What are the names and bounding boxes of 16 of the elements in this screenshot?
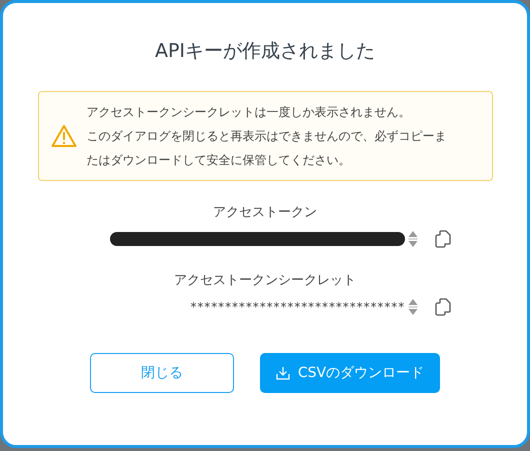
redacted-field[interactable] (110, 232, 404, 246)
spinner-icon (408, 230, 418, 248)
copy-icon (434, 298, 450, 316)
copy-icon (434, 230, 450, 248)
close-button[interactable]: 閉じる (90, 353, 234, 393)
field-label: アクセストークン (213, 204, 317, 222)
secret-field[interactable]: ******************************* (110, 297, 404, 317)
field-label: アクセストークンシークレット (174, 272, 356, 290)
spinner-icon (408, 298, 418, 316)
warning-message: アクセストークンシークレットは一度しか表示されません。 このダイアログを閉じると再表示はできませんので、必ずコピーま たはダウンロードして安全に保管してください。 (86, 104, 446, 169)
download-icon (276, 366, 290, 380)
copy-button[interactable] (434, 298, 450, 316)
copy-button[interactable] (434, 230, 450, 248)
download-button[interactable]: CSVのダウンロード (260, 353, 440, 393)
warning-icon (50, 124, 76, 148)
dialog-title: APIキーが作成されました (154, 39, 376, 64)
